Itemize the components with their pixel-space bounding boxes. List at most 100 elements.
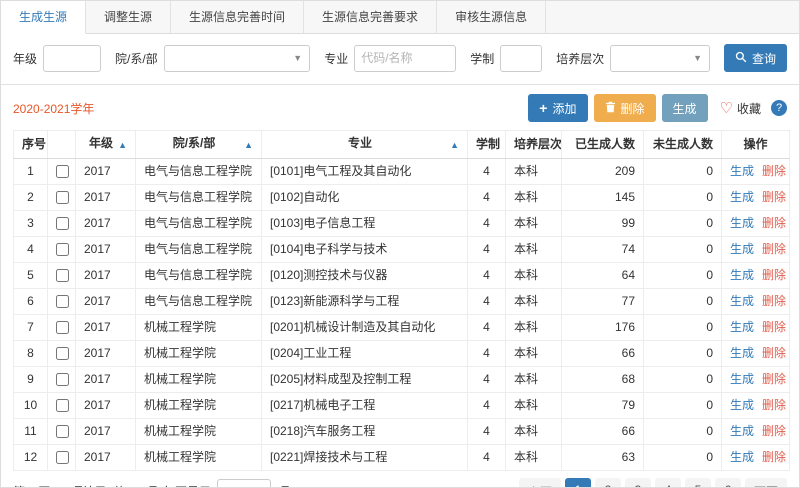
row-checkbox[interactable]: [56, 399, 69, 412]
row-checkbox[interactable]: [56, 451, 69, 464]
level-select[interactable]: ▼: [610, 45, 710, 72]
pagination-page-6[interactable]: 6: [715, 478, 741, 488]
generate-button[interactable]: 生成: [662, 94, 708, 122]
row-delete-link[interactable]: 删除: [762, 372, 786, 386]
row-generate-link[interactable]: 生成: [730, 450, 754, 464]
row-checkbox[interactable]: [56, 295, 69, 308]
tab-bar: 生成生源调整生源生源信息完善时间生源信息完善要求审核生源信息: [1, 1, 799, 34]
row-delete-link[interactable]: 删除: [762, 216, 786, 230]
table-row: 52017电气与信息工程学院[0120]测控技术与仪器4本科640生成删除: [14, 263, 790, 289]
row-duration: 4: [468, 263, 506, 289]
tab-2[interactable]: 生源信息完善时间: [171, 1, 304, 33]
row-delete-link[interactable]: 删除: [762, 320, 786, 334]
row-ungenerated-count: 0: [644, 237, 722, 263]
pagination-page-2[interactable]: 2: [595, 478, 621, 488]
row-delete-link[interactable]: 删除: [762, 398, 786, 412]
row-generate-link[interactable]: 生成: [730, 320, 754, 334]
col-grade[interactable]: ▲年级: [76, 131, 136, 159]
row-generate-link[interactable]: 生成: [730, 424, 754, 438]
sort-asc-icon[interactable]: ▲: [244, 138, 253, 153]
row-generate-link[interactable]: 生成: [730, 398, 754, 412]
row-department: 机械工程学院: [136, 315, 262, 341]
row-generate-link[interactable]: 生成: [730, 268, 754, 282]
row-major: [0103]电子信息工程: [262, 211, 468, 237]
row-checkbox[interactable]: [56, 425, 69, 438]
tab-1[interactable]: 调整生源: [86, 1, 171, 33]
row-generate-link[interactable]: 生成: [730, 346, 754, 360]
row-checkbox[interactable]: [56, 347, 69, 360]
row-checkbox[interactable]: [56, 321, 69, 334]
row-level: 本科: [506, 341, 562, 367]
per-page-select[interactable]: 12 ▼: [217, 479, 271, 488]
row-major: [0120]测控技术与仪器: [262, 263, 468, 289]
row-checkbox[interactable]: [56, 269, 69, 282]
row-generate-link[interactable]: 生成: [730, 294, 754, 308]
row-checkbox-cell: [48, 237, 76, 263]
sort-asc-icon[interactable]: ▲: [450, 138, 459, 153]
row-checkbox[interactable]: [56, 243, 69, 256]
row-generate-link[interactable]: 生成: [730, 190, 754, 204]
row-checkbox[interactable]: [56, 217, 69, 230]
pagination-next[interactable]: 下页: [745, 478, 787, 488]
row-delete-link[interactable]: 删除: [762, 190, 786, 204]
row-grade: 2017: [76, 263, 136, 289]
add-button[interactable]: + 添加: [528, 94, 587, 122]
duration-input[interactable]: [500, 45, 542, 72]
per-page-value: 12: [224, 485, 237, 488]
department-select[interactable]: ▼: [164, 45, 311, 72]
row-generate-link[interactable]: 生成: [730, 372, 754, 386]
results-summary: 第 1 至 12 项结果, 共 69 项: [13, 483, 157, 488]
row-grade: 2017: [76, 445, 136, 471]
col-major[interactable]: ▲专业: [262, 131, 468, 159]
table-row: 102017机械工程学院[0217]机械电子工程4本科790生成删除: [14, 393, 790, 419]
pagination-prev[interactable]: 上页: [519, 478, 561, 488]
school-year-label: 2020-2021学年: [13, 100, 94, 117]
tab-4[interactable]: 审核生源信息: [437, 1, 546, 33]
row-grade: 2017: [76, 159, 136, 185]
table-row: 122017机械工程学院[0221]焊接技术与工程4本科630生成删除: [14, 445, 790, 471]
row-checkbox[interactable]: [56, 373, 69, 386]
row-delete-link[interactable]: 删除: [762, 268, 786, 282]
row-delete-link[interactable]: 删除: [762, 164, 786, 178]
row-delete-link[interactable]: 删除: [762, 242, 786, 256]
row-department: 机械工程学院: [136, 367, 262, 393]
row-department: 机械工程学院: [136, 393, 262, 419]
trash-icon: [605, 101, 616, 116]
pagination-page-4[interactable]: 4: [655, 478, 681, 488]
row-checkbox[interactable]: [56, 191, 69, 204]
row-grade: 2017: [76, 185, 136, 211]
row-department: 电气与信息工程学院: [136, 289, 262, 315]
sort-asc-icon[interactable]: ▲: [118, 138, 127, 153]
query-button[interactable]: 查询: [724, 44, 787, 72]
pagination-page-5[interactable]: 5: [685, 478, 711, 488]
row-delete-link[interactable]: 删除: [762, 294, 786, 308]
row-generated-count: 66: [562, 341, 644, 367]
department-label: 院/系/部: [115, 50, 158, 67]
row-checkbox-cell: [48, 445, 76, 471]
row-department: 电气与信息工程学院: [136, 185, 262, 211]
tab-3[interactable]: 生源信息完善要求: [304, 1, 437, 33]
row-level: 本科: [506, 393, 562, 419]
row-ops: 生成删除: [722, 263, 790, 289]
row-generate-link[interactable]: 生成: [730, 216, 754, 230]
row-generate-link[interactable]: 生成: [730, 242, 754, 256]
pagination-page-1[interactable]: 1: [565, 478, 591, 488]
help-icon[interactable]: ?: [771, 100, 787, 116]
row-index: 7: [14, 315, 48, 341]
row-generate-link[interactable]: 生成: [730, 164, 754, 178]
major-input[interactable]: [354, 45, 456, 72]
col-department[interactable]: ▲院/系/部: [136, 131, 262, 159]
row-delete-link[interactable]: 删除: [762, 346, 786, 360]
tab-0[interactable]: 生成生源: [1, 1, 86, 34]
row-ungenerated-count: 0: [644, 367, 722, 393]
delete-button[interactable]: 删除: [594, 94, 656, 122]
row-delete-link[interactable]: 删除: [762, 424, 786, 438]
row-checkbox[interactable]: [56, 165, 69, 178]
chevron-down-icon: ▼: [693, 54, 702, 63]
grade-input[interactable]: [43, 45, 101, 72]
favorite-button[interactable]: ♡ 收藏: [720, 100, 761, 117]
row-level: 本科: [506, 419, 562, 445]
row-delete-link[interactable]: 删除: [762, 450, 786, 464]
pagination-page-3[interactable]: 3: [625, 478, 651, 488]
row-checkbox-cell: [48, 393, 76, 419]
